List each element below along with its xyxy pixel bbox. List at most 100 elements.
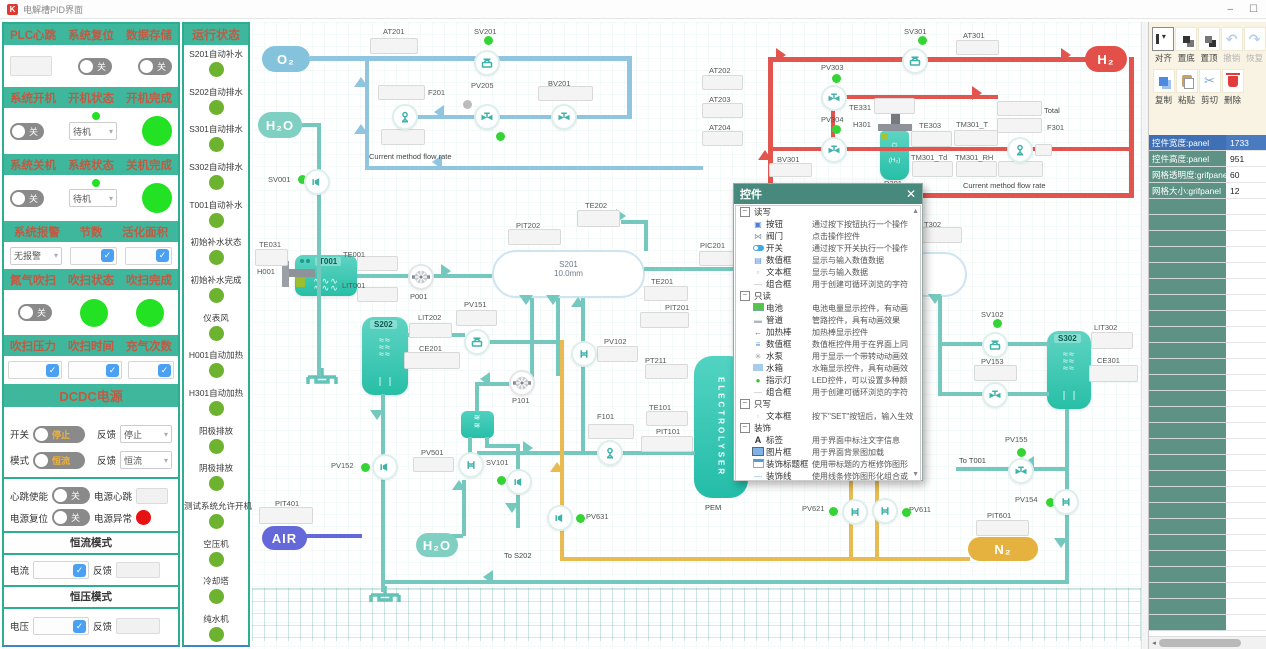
property-value[interactable]: 1733 [1226, 135, 1266, 151]
palette-item-电池[interactable]: 电池电池电量显示控件，有动画 [736, 302, 920, 314]
value-box[interactable] [508, 229, 561, 245]
purge-time-field[interactable]: ✓ [68, 361, 122, 379]
PV155-valve-icon[interactable] [1008, 458, 1034, 484]
close-icon[interactable]: ✕ [906, 187, 916, 201]
data-storage-toggle[interactable]: 关 [138, 58, 172, 75]
palette-titlebar[interactable]: 控件 ✕ [734, 184, 922, 204]
value-box[interactable] [646, 411, 688, 426]
property-row-empty[interactable] [1149, 471, 1266, 487]
value-box[interactable] [956, 161, 997, 177]
palette-group[interactable]: –只写 [736, 398, 920, 410]
value-box[interactable] [645, 364, 688, 379]
back-icon[interactable] [1175, 27, 1197, 51]
scrollbar-thumb[interactable] [1159, 639, 1241, 647]
n2-purge-toggle[interactable]: 关 [18, 304, 52, 321]
property-row[interactable]: 网格大小:grifpanel12 [1149, 183, 1266, 199]
front-icon[interactable] [1198, 27, 1220, 51]
property-row-empty[interactable] [1149, 375, 1266, 391]
palette-item-数值框[interactable]: ▤数值框显示与输入数值数据 [736, 254, 920, 266]
value-box[interactable] [640, 312, 689, 328]
palette-item-水泵[interactable]: ✳水泵用于显示一个带转动动画效 [736, 350, 920, 362]
palette-item-标签[interactable]: A标签用于界面中标注文字信息 [736, 434, 920, 446]
value-box[interactable] [644, 286, 688, 301]
value-box[interactable] [409, 323, 452, 338]
value-box[interactable] [702, 103, 743, 118]
palette-item-管道[interactable]: ▬管道管路控件，具有动画效果 [736, 314, 920, 326]
collapse-icon[interactable]: – [740, 207, 750, 217]
voltage-setpoint-field[interactable]: ✓ [33, 617, 89, 635]
system-start-toggle[interactable]: 关 [10, 123, 44, 140]
palette-group[interactable]: –只读 [736, 290, 920, 302]
PV154-valve-icon[interactable] [1053, 489, 1079, 515]
dcdc-switch-toggle[interactable]: 停止 [33, 426, 85, 443]
value-box[interactable] [699, 251, 734, 266]
property-value[interactable]: 60 [1226, 167, 1266, 183]
value-box[interactable] [1091, 332, 1133, 349]
palette-item-组合框[interactable]: —组合框用于创建可循环浏览的字符 [736, 386, 920, 398]
property-row[interactable]: 网格透明度:grifpane60 [1149, 167, 1266, 183]
PV611-valve-icon[interactable] [872, 498, 898, 524]
scroll-down-icon[interactable]: ▼ [912, 471, 919, 478]
current-feedback-field[interactable] [116, 562, 160, 578]
property-row-empty[interactable] [1149, 231, 1266, 247]
SV201-valve-icon[interactable] [474, 50, 500, 76]
P001-pump-icon[interactable] [408, 264, 434, 290]
palette-item-文本框[interactable]: ▫文本框显示与输入数据 [736, 266, 920, 278]
PV621-valve-icon[interactable] [842, 499, 868, 525]
scroll-left-icon[interactable]: ◂ [1149, 639, 1159, 647]
property-row-empty[interactable] [1149, 551, 1266, 567]
palette-item-水箱[interactable]: 水箱水箱显示控件，具有动画效 [736, 362, 920, 374]
voltage-feedback-field[interactable] [116, 618, 160, 634]
system-state-select[interactable]: 待机▾ [69, 189, 117, 207]
PV153-valve-icon[interactable] [982, 382, 1008, 408]
PV205-valve-icon[interactable] [474, 104, 500, 130]
collapse-icon[interactable]: – [740, 423, 750, 433]
controls-palette-window[interactable]: 控件 ✕ ▲ ▼ –读写▣按钮通过按下按钮执行一个操作⋈阀门点击操作控件开关通过… [733, 183, 923, 481]
palette-item-装饰线[interactable]: —装饰线使用线条修饰图形化组合或 [736, 470, 920, 481]
palette-item-图片框[interactable]: 图片框用于界面背景图加载 [736, 446, 920, 458]
palette-item-文本框[interactable]: ▫文本框按下"SET"按钮后，输入生效 [736, 410, 920, 422]
value-box[interactable] [998, 161, 1043, 177]
value-box[interactable] [702, 75, 743, 90]
property-value[interactable]: 951 [1226, 151, 1266, 167]
dcdc-mode-toggle[interactable]: 恒流 [33, 452, 85, 469]
value-box[interactable] [1089, 365, 1138, 382]
value-box[interactable] [370, 38, 418, 54]
purge-pressure-field[interactable]: ✓ [8, 361, 62, 379]
value-box[interactable] [641, 436, 693, 452]
copy-icon[interactable] [1153, 69, 1175, 93]
system-reset-toggle[interactable]: 关 [78, 58, 112, 75]
del-icon[interactable] [1222, 69, 1244, 93]
SV101-valve-icon[interactable] [506, 469, 532, 495]
property-row[interactable]: 控件高度:panel951 [1149, 151, 1266, 167]
palette-item-装饰标题框[interactable]: 装饰标题框使用带标题的方框修饰图形 [736, 458, 920, 470]
PV102-valve-icon[interactable] [571, 341, 597, 367]
value-box[interactable] [976, 520, 1029, 536]
value-box[interactable] [413, 457, 454, 472]
PV151-valve-icon[interactable] [464, 329, 490, 355]
collapse-icon[interactable]: – [740, 291, 750, 301]
palette-item-数值框[interactable]: ≡数值框数值框控件用于在界面上同 [736, 338, 920, 350]
property-row-empty[interactable] [1149, 359, 1266, 375]
flow-meter-valve-icon[interactable] [1007, 137, 1033, 163]
power-reset-toggle[interactable]: 关 [52, 509, 90, 526]
P101-pump-icon[interactable] [509, 370, 535, 396]
separator-S201[interactable]: S201 10.0mm [492, 250, 645, 298]
property-row-empty[interactable] [1149, 519, 1266, 535]
value-box[interactable] [974, 365, 1017, 381]
property-row-empty[interactable] [1149, 455, 1266, 471]
property-row-empty[interactable] [1149, 423, 1266, 439]
value-box[interactable] [702, 131, 743, 146]
plc-heartbeat-field[interactable] [10, 56, 52, 76]
palette-group[interactable]: –读写 [736, 206, 920, 218]
collapse-icon[interactable]: – [740, 399, 750, 409]
value-box[interactable] [259, 507, 313, 524]
SV001-valve-icon[interactable] [304, 169, 330, 195]
palette-item-阀门[interactable]: ⋈阀门点击操作控件 [736, 230, 920, 242]
paste-icon[interactable] [1176, 69, 1198, 93]
property-row-empty[interactable] [1149, 615, 1266, 631]
value-box[interactable] [874, 98, 915, 114]
property-row-empty[interactable] [1149, 247, 1266, 263]
value-box[interactable] [538, 86, 593, 101]
panel-horizontal-scrollbar[interactable]: ◂ [1149, 636, 1266, 649]
